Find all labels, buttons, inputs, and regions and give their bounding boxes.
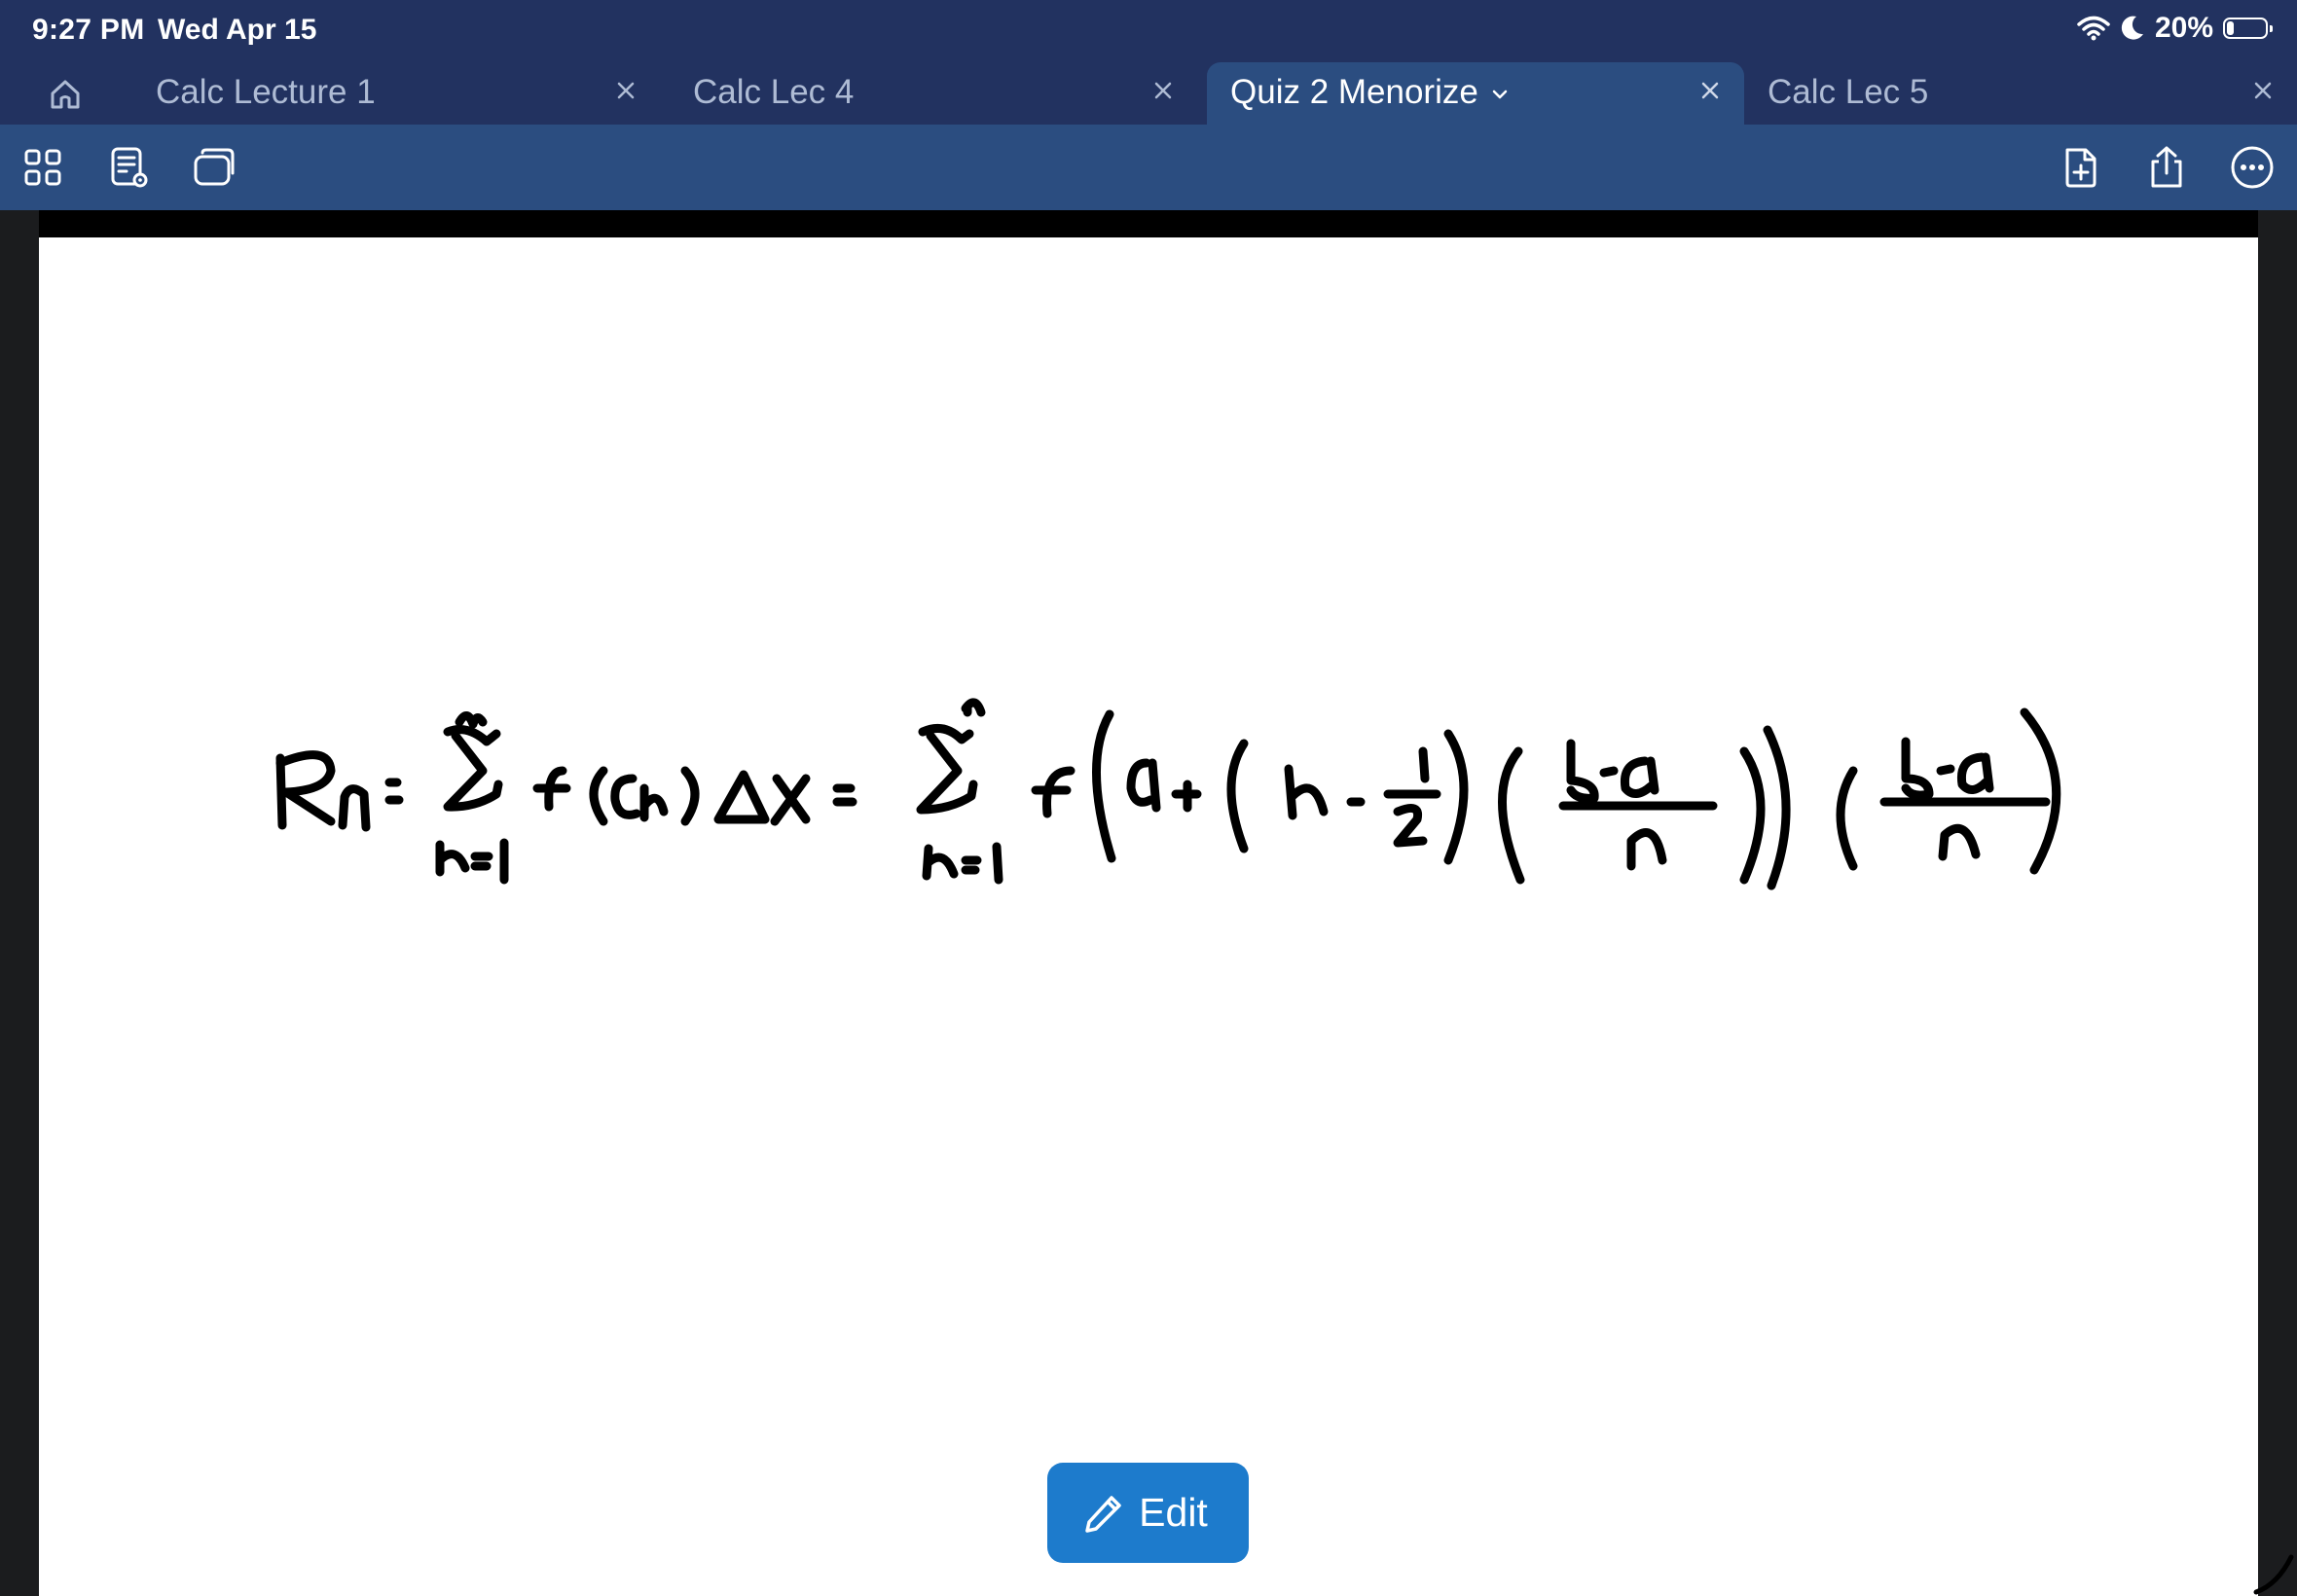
home-icon[interactable] — [47, 76, 84, 113]
close-icon[interactable] — [1699, 80, 1721, 101]
resize-handle-icon[interactable] — [2239, 1538, 2297, 1596]
tab-calc-lecture-1[interactable]: Calc Lecture 1 — [123, 62, 660, 125]
pencil-icon — [1085, 1495, 1121, 1533]
tab-label: Calc Lec 4 — [693, 73, 855, 111]
grid-view-icon[interactable] — [19, 144, 66, 191]
note-page[interactable]: Edit — [39, 237, 2294, 1596]
tab-quiz-2-menorize[interactable]: Quiz 2 Menorize — [1207, 62, 1744, 125]
close-icon[interactable] — [615, 80, 637, 101]
chevron-down-icon[interactable] — [1490, 85, 1510, 104]
battery-level — [2227, 21, 2234, 35]
edit-button[interactable]: Edit — [1047, 1463, 1249, 1563]
battery-percent: 20% — [2154, 12, 2213, 44]
add-page-icon[interactable] — [2058, 144, 2104, 191]
tab-label: Calc Lecture 1 — [156, 73, 376, 111]
close-icon[interactable] — [2252, 80, 2274, 101]
edit-button-label: Edit — [1139, 1490, 1208, 1535]
status-bar: 9:27 PM Wed Apr 15 20% — [0, 0, 2297, 62]
more-icon[interactable] — [2229, 144, 2276, 191]
handwritten-formula — [275, 698, 2061, 890]
share-icon[interactable] — [2143, 144, 2190, 191]
toolbar — [0, 125, 2297, 210]
wifi-icon — [2077, 16, 2110, 41]
tab-calc-lec-5[interactable]: Calc Lec 5 — [1744, 62, 2297, 125]
note-view-icon[interactable] — [105, 144, 152, 191]
close-icon[interactable] — [1152, 80, 1174, 101]
status-time: 9:27 PM — [32, 14, 145, 46]
page-top-edge — [39, 210, 2258, 237]
tab-label: Quiz 2 Menorize — [1230, 73, 1478, 111]
tab-bar: Calc Lecture 1 Calc Lec 4 Quiz 2 Menoriz… — [0, 62, 2297, 125]
stack-icon[interactable] — [191, 144, 237, 191]
tab-label: Calc Lec 5 — [1768, 73, 1929, 111]
moon-icon — [2121, 16, 2143, 40]
tab-calc-lec-4[interactable]: Calc Lec 4 — [660, 62, 1197, 125]
status-indicators: 20% — [2077, 12, 2273, 45]
status-date: Wed Apr 15 — [158, 14, 317, 46]
battery-icon — [2223, 18, 2273, 39]
